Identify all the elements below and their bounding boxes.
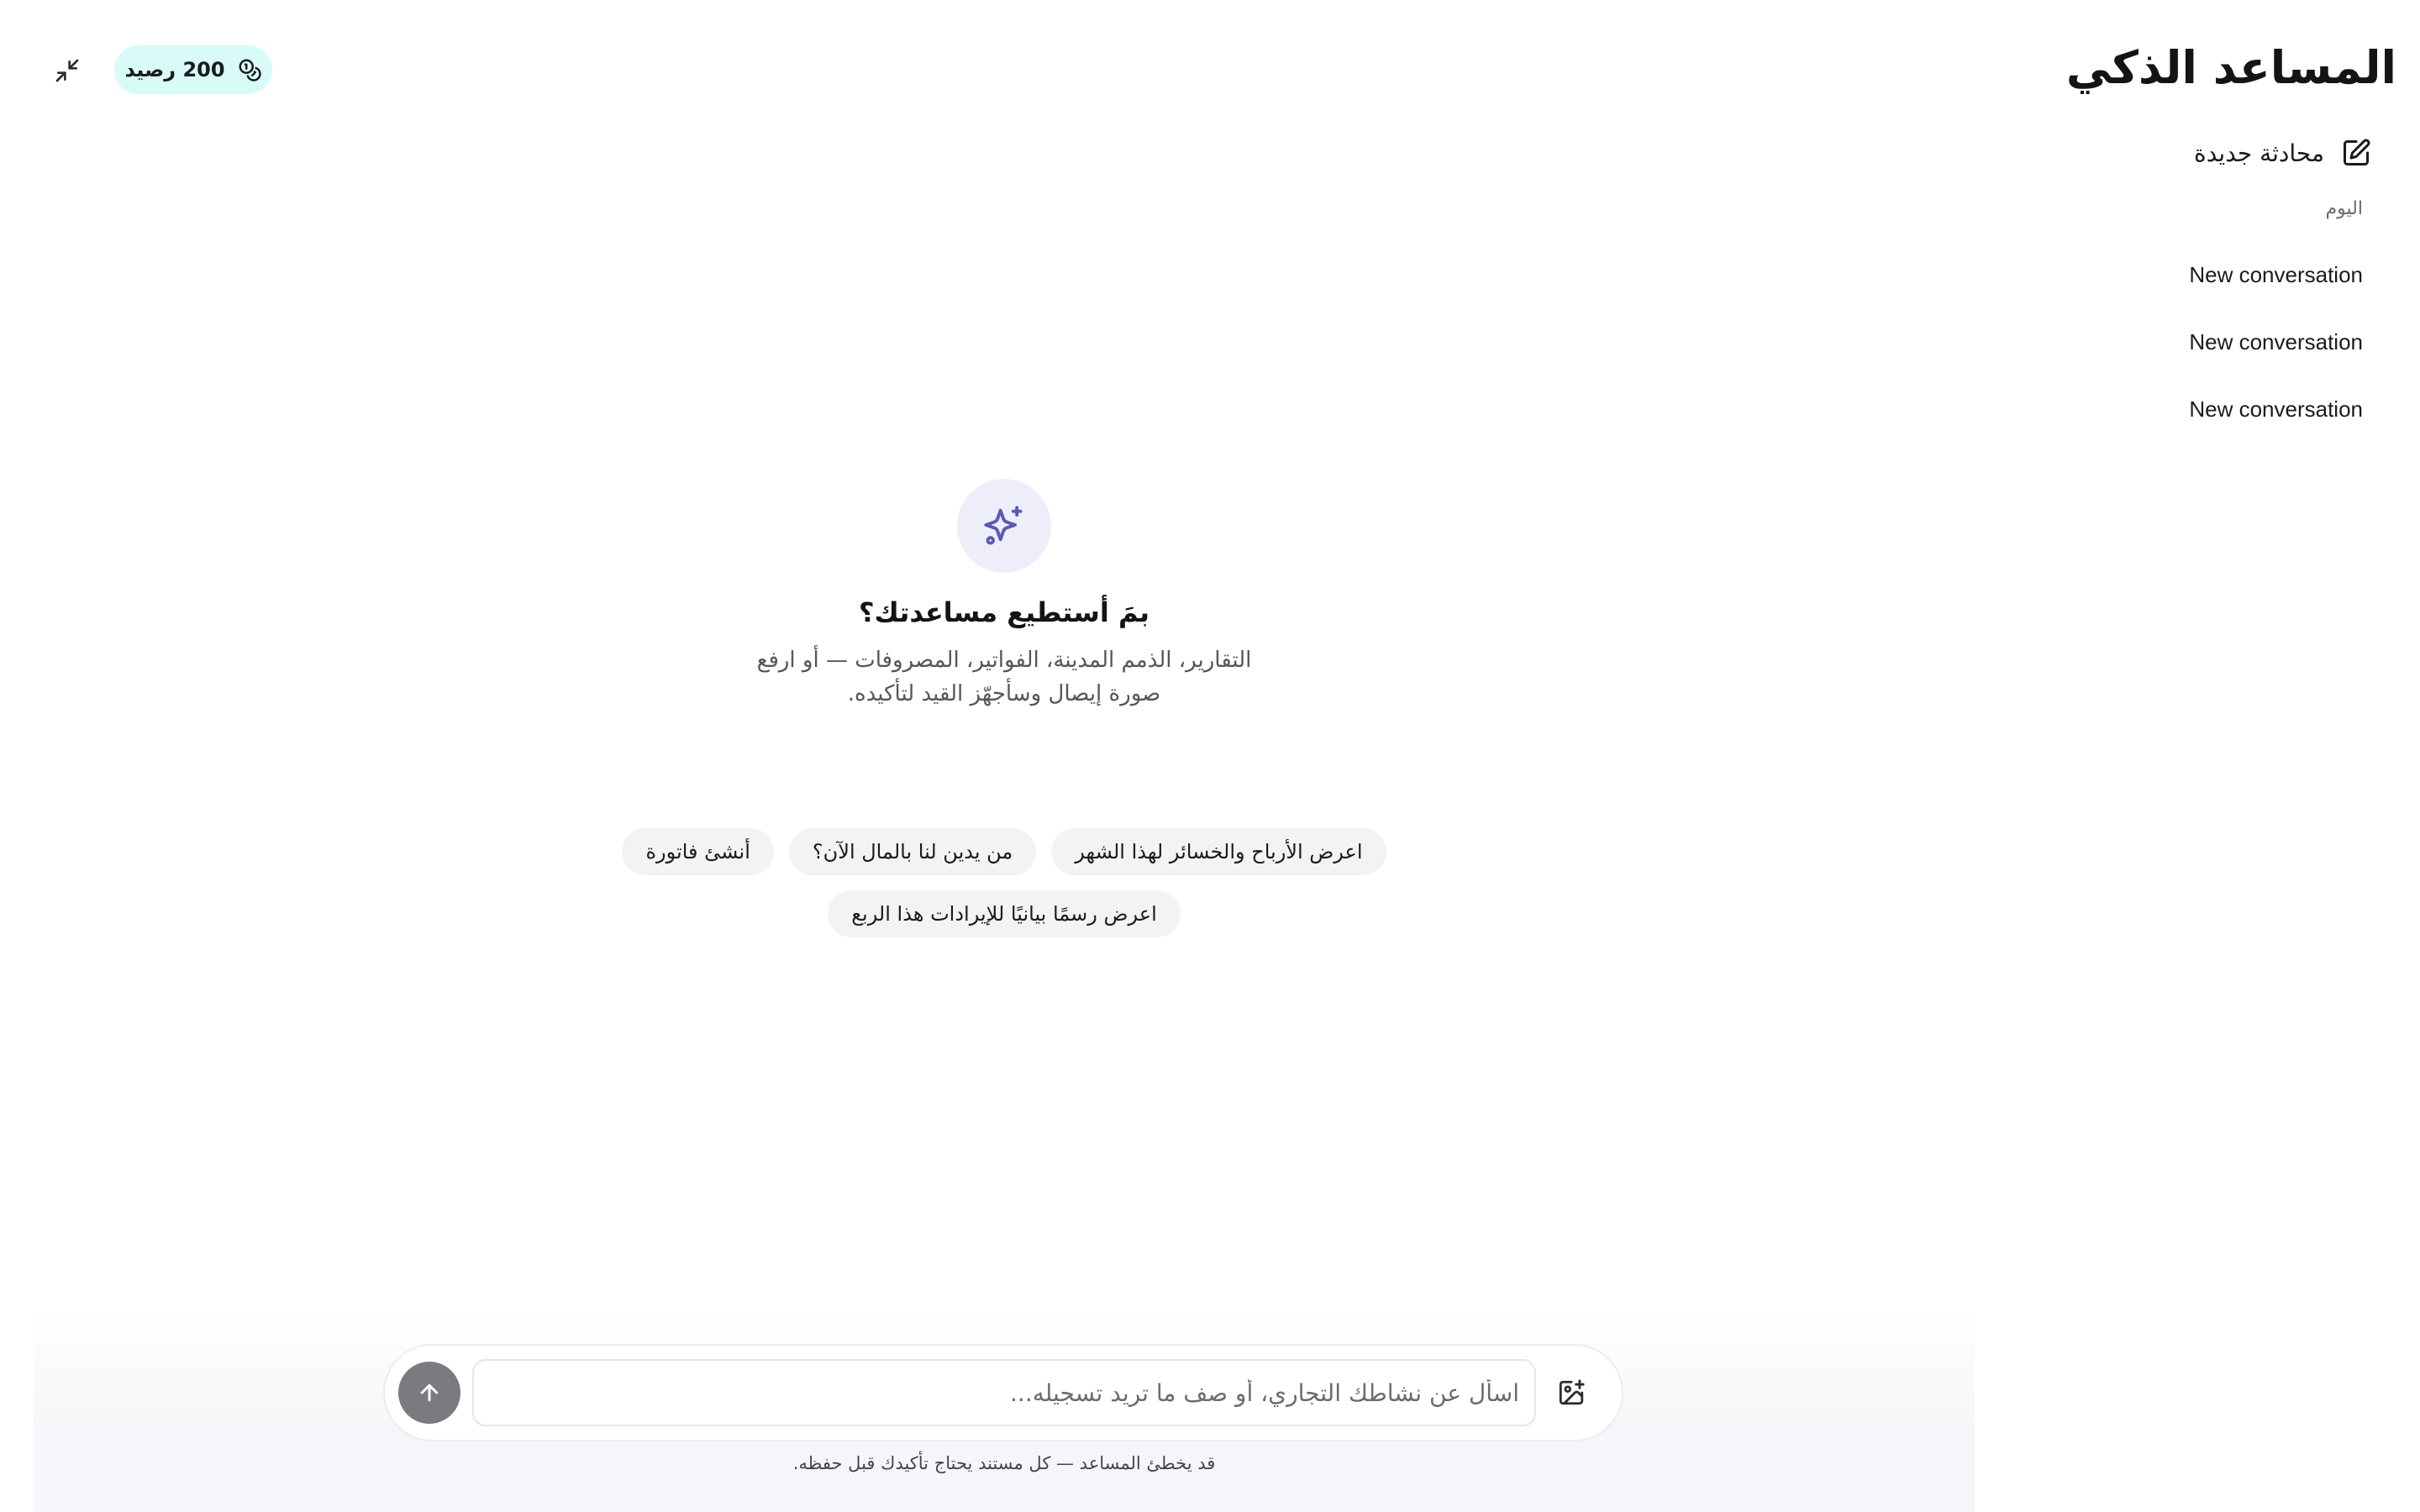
conversation-item[interactable]: New conversation [1990, 241, 2396, 308]
composer [383, 1344, 1623, 1441]
suggestion-chips: اعرض الأرباح والخسائر لهذا الشهر من يدين… [34, 828, 1975, 937]
coins-icon [239, 59, 261, 81]
welcome-title: بمَ أستطيع مساعدتك؟ [858, 596, 1150, 628]
conversation-list: New conversation New conversation New co… [1990, 241, 2396, 443]
suggestion-chip-create-invoice[interactable]: أنشئ فاتورة [622, 828, 774, 875]
new-chat-button[interactable]: محادثة جديدة [1990, 126, 2396, 180]
sidebar-title: المساعد الذكي [2065, 41, 2397, 94]
welcome-panel: بمَ أستطيع مساعدتك؟ التقارير، الذمم المد… [34, 479, 1975, 711]
collapse-button[interactable] [49, 52, 86, 89]
message-input[interactable] [472, 1359, 1536, 1426]
suggestion-chip-revenue-chart[interactable]: اعرض رسمًا بيانيًا للإيرادات هذا الربع [828, 890, 1181, 937]
attach-image-button[interactable] [1548, 1369, 1595, 1416]
sparkles-icon [984, 506, 1023, 545]
suggestion-row: اعرض رسمًا بيانيًا للإيرادات هذا الربع [828, 890, 1181, 937]
sidebar: المساعد الذكي محادثة جديدة اليوم New con… [1949, 0, 2420, 1512]
suggestion-chip-profit-loss[interactable]: اعرض الأرباح والخسائر لهذا الشهر [1051, 828, 1386, 875]
credits-label: 200 رصيد [124, 58, 225, 81]
arrow-up-icon [420, 1383, 439, 1402]
suggestion-chip-receivables[interactable]: من يدين لنا بالمال الآن؟ [788, 828, 1037, 875]
section-label-today: اليوم [2325, 198, 2363, 219]
conversation-item[interactable]: New conversation [1990, 375, 2396, 443]
suggestion-row: اعرض الأرباح والخسائر لهذا الشهر من يدين… [622, 828, 1386, 875]
image-plus-icon [1559, 1379, 1585, 1405]
app-window: المساعد الذكي محادثة جديدة اليوم New con… [0, 0, 2420, 1512]
edit-square-icon [2341, 138, 2371, 168]
welcome-subtitle: التقارير، الذمم المدينة، الفواتير، المصر… [756, 648, 1252, 706]
credits-badge[interactable]: 200 رصيد [114, 45, 272, 94]
new-chat-label: محادثة جديدة [2194, 139, 2324, 167]
conversation-item[interactable]: New conversation [1990, 308, 2396, 375]
sparkle-badge [957, 479, 1051, 573]
minimize-arrows-icon [55, 59, 79, 82]
disclaimer-text: قد يخطئ المساعد — كل مستند يحتاج تأكيدك … [792, 1453, 1216, 1473]
send-button[interactable] [398, 1362, 460, 1424]
